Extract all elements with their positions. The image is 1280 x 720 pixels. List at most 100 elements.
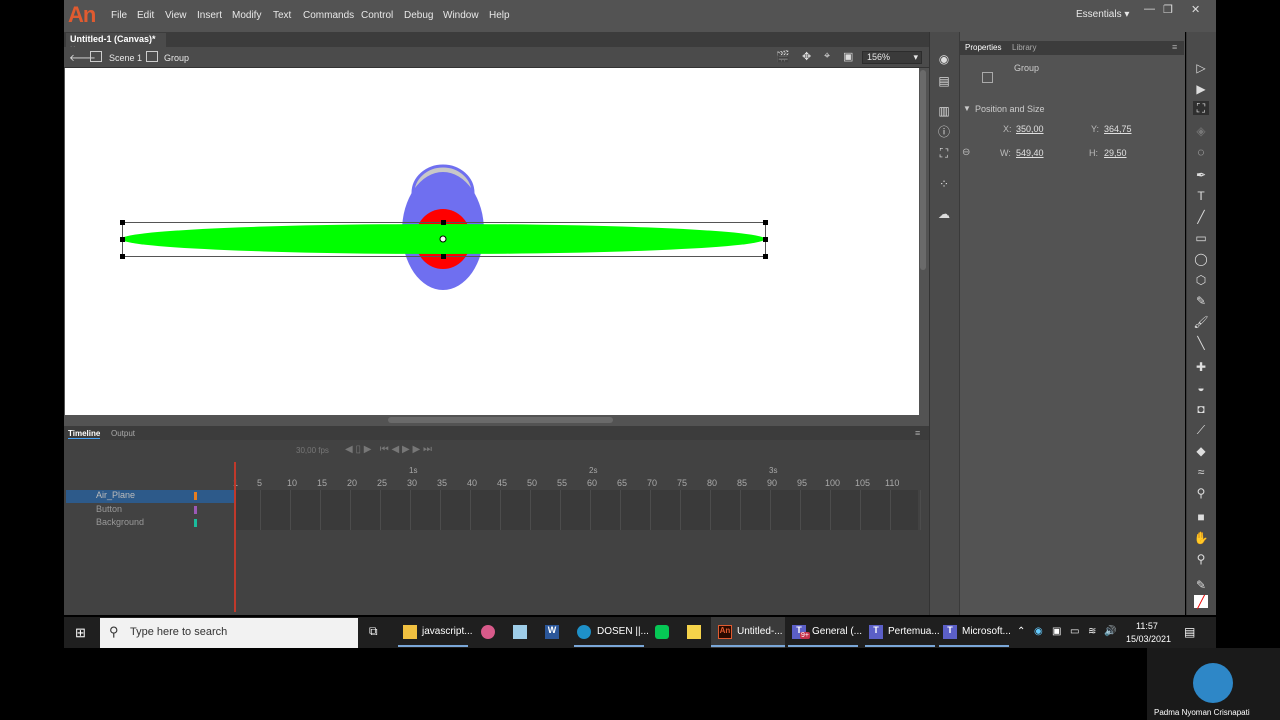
eraser-tool-icon[interactable]: ◆ — [1193, 444, 1209, 458]
info-icon[interactable]: ⓘ — [936, 125, 952, 139]
rectangle-tool-icon[interactable]: ▭ — [1193, 231, 1209, 245]
restore-icon[interactable]: ❐ — [1163, 3, 1173, 16]
taskbar-app-teams-pertemuan[interactable]: Pertemua... — [888, 626, 940, 637]
taskbar-app-microsoft[interactable]: Microsoft... — [962, 626, 1011, 637]
group-breadcrumb[interactable]: Group — [164, 53, 189, 63]
app-icon[interactable] — [513, 625, 527, 639]
wifi-icon[interactable]: ≋ — [1088, 626, 1096, 637]
vertical-scrollbar[interactable] — [920, 70, 926, 270]
width-tool-icon[interactable]: ≈ — [1193, 465, 1209, 479]
panel-menu-icon[interactable]: ≡ — [915, 428, 920, 438]
minimize-icon[interactable]: — — [1144, 3, 1155, 15]
menu-debug[interactable]: Debug — [404, 10, 433, 21]
taskbar-app-animate[interactable]: Untitled-... — [737, 626, 783, 637]
gradient-tool-icon[interactable]: ◈ — [1193, 124, 1209, 138]
paint-bucket-tool-icon[interactable]: ◒ — [1193, 381, 1209, 395]
polystar-tool-icon[interactable]: ⬡ — [1193, 273, 1209, 287]
zoom-select[interactable]: 156% ▾ — [862, 51, 922, 64]
menu-modify[interactable]: Modify — [232, 10, 261, 21]
cc-libraries-icon[interactable]: ☁ — [936, 207, 952, 221]
camera-tool-icon[interactable]: ■ — [1193, 510, 1209, 524]
transform-icon[interactable]: ⛶ — [936, 146, 952, 160]
volume-icon[interactable]: 🔊 — [1104, 626, 1116, 637]
taskbar-app-teams-general[interactable]: General (... — [812, 626, 862, 637]
oval-tool-icon[interactable]: ◯ — [1193, 252, 1209, 266]
teams-icon[interactable]: T — [869, 625, 883, 639]
windows-start-icon[interactable]: ⊞ — [75, 625, 86, 641]
section-position-size[interactable]: Position and Size — [975, 104, 1045, 114]
taskbar-app-explorer[interactable]: javascript... — [422, 626, 473, 637]
clock-date[interactable]: 15/03/2021 — [1126, 634, 1171, 644]
link-icon[interactable]: ⊖ — [962, 147, 970, 158]
tab-output[interactable]: Output — [111, 429, 135, 438]
taskbar-app-edge[interactable]: DOSEN ||... — [597, 626, 649, 637]
menu-window[interactable]: Window — [443, 10, 479, 21]
fill-color-swatch[interactable]: ╱ — [1194, 595, 1208, 609]
menu-file[interactable]: File — [111, 10, 127, 21]
paint-brush-tool-icon[interactable]: 🖌 — [1193, 315, 1209, 329]
tray-app-icon[interactable]: ◉ — [1034, 626, 1043, 637]
close-icon[interactable]: ✕ — [1191, 3, 1200, 16]
selection-tool-icon[interactable]: ▷ — [1193, 61, 1209, 75]
lasso-tool-icon[interactable]: ◌ — [1193, 145, 1209, 159]
center-stage-icon[interactable]: ⌖ — [824, 50, 830, 63]
edge-icon[interactable] — [577, 625, 591, 639]
line-tool-icon[interactable]: ╱ — [1193, 210, 1209, 224]
workspace-switcher[interactable]: Essentials ▾ — [1076, 9, 1129, 20]
fps-readout[interactable]: 30,00 fps — [296, 446, 329, 455]
edit-symbol-icon[interactable]: ✥ — [802, 50, 811, 63]
layer-row-button[interactable]: Button — [66, 504, 234, 517]
menu-text[interactable]: Text — [273, 10, 291, 21]
playback-controls[interactable]: ◀ ▯ ▶ ⏮ ◀ ▶ ▶ ⏭ — [345, 444, 432, 455]
menu-insert[interactable]: Insert — [197, 10, 222, 21]
layer-row-air-plane[interactable]: Air_Plane — [66, 490, 234, 503]
asset-warp-tool-icon[interactable]: ⚲ — [1193, 486, 1209, 500]
menu-edit[interactable]: Edit — [137, 10, 154, 21]
frame-grid[interactable] — [235, 490, 918, 530]
menu-help[interactable]: Help — [489, 10, 510, 21]
hand-tool-icon[interactable]: ✋ — [1193, 531, 1209, 545]
bone-tool-icon[interactable]: ✚ — [1193, 360, 1209, 374]
triangle-down-icon[interactable]: ▼ — [963, 104, 971, 113]
task-view-icon[interactable]: ⧉ — [369, 624, 378, 639]
tab-library[interactable]: Library — [1012, 43, 1036, 52]
eyedropper-tool-icon[interactable]: ⟋ — [1193, 423, 1209, 437]
align-icon[interactable]: ▥ — [936, 104, 952, 118]
scene-breadcrumb[interactable]: Scene 1 — [109, 53, 142, 63]
clip-icon[interactable]: ▣ — [843, 50, 853, 63]
pencil-tool-icon[interactable]: ✎ — [1193, 294, 1209, 308]
file-explorer-icon[interactable] — [403, 625, 417, 639]
paint-icon[interactable] — [481, 625, 495, 639]
zoom-tool-icon[interactable]: ⚲ — [1193, 552, 1209, 566]
menu-control[interactable]: Control — [361, 10, 393, 21]
horizontal-scrollbar[interactable] — [388, 417, 613, 423]
stroke-color-icon[interactable]: ✎ — [1193, 578, 1209, 592]
notifications-icon[interactable]: ▤ — [1184, 625, 1195, 639]
notes-icon[interactable] — [687, 625, 701, 639]
battery-icon[interactable]: ▭ — [1070, 626, 1079, 637]
animate-app-icon[interactable]: An — [718, 625, 732, 639]
menu-view[interactable]: View — [165, 10, 187, 21]
tab-timeline[interactable]: Timeline — [68, 429, 101, 439]
word-icon[interactable]: W — [545, 625, 559, 639]
panel-menu-icon[interactable]: ≡ — [1172, 42, 1177, 52]
text-tool-icon[interactable]: T — [1193, 189, 1209, 203]
layer-row-background[interactable]: Background — [66, 517, 234, 530]
menu-commands[interactable]: Commands — [303, 10, 354, 21]
subselection-tool-icon[interactable]: ▶ — [1193, 82, 1209, 96]
document-tab[interactable]: Untitled-1 (Canvas)* × — [66, 33, 166, 54]
y-field[interactable]: 364,75 — [1104, 124, 1132, 134]
x-field[interactable]: 350,00 — [1016, 124, 1044, 134]
tab-properties[interactable]: Properties — [965, 43, 1001, 52]
library-icon[interactable]: ▤ — [936, 74, 952, 88]
brush-tool-icon[interactable]: ╲ — [1193, 336, 1209, 350]
taskbar-search[interactable]: Type here to search — [100, 618, 358, 648]
motion-presets-icon[interactable]: ◉ — [936, 52, 952, 66]
clock-time[interactable]: 11:57 — [1136, 621, 1158, 631]
h-field[interactable]: 29,50 — [1104, 148, 1127, 158]
edit-scene-icon[interactable]: 🎬 — [776, 50, 790, 63]
teams-icon[interactable]: T — [943, 625, 957, 639]
pen-tool-icon[interactable]: ✒ — [1193, 168, 1209, 182]
w-field[interactable]: 549,40 — [1016, 148, 1044, 158]
free-transform-tool-icon[interactable]: ⛶ — [1193, 101, 1209, 115]
